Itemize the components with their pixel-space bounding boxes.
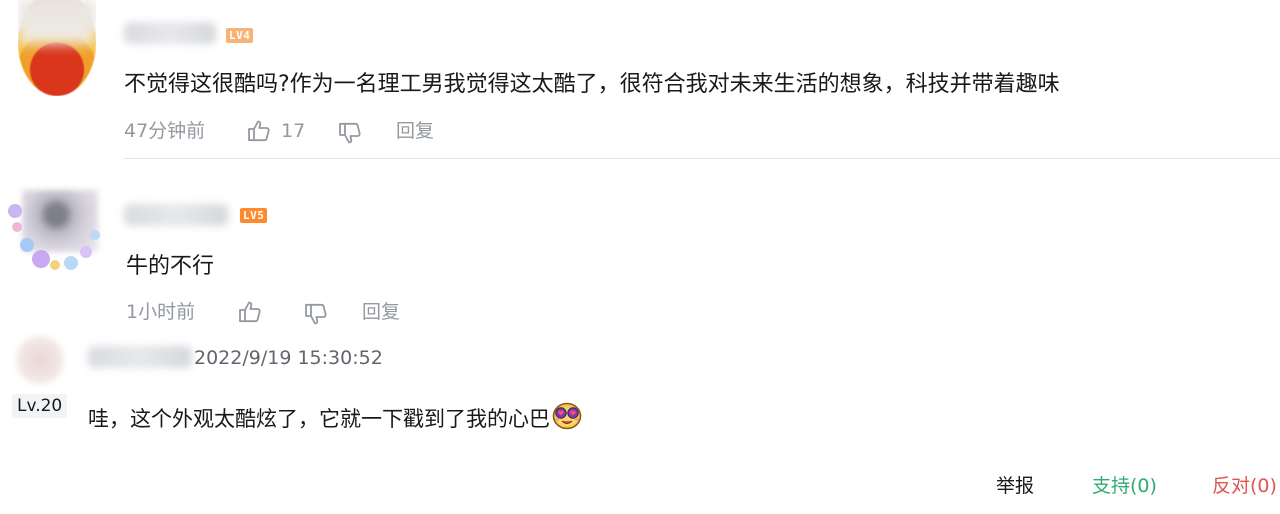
report-button[interactable]: 举报	[996, 474, 1034, 498]
thumb-down-icon[interactable]	[303, 301, 329, 327]
divider	[124, 158, 1280, 159]
username-1[interactable]	[124, 22, 216, 44]
oppose-button[interactable]: 反对(0)	[1212, 474, 1277, 498]
username-2[interactable]	[124, 204, 228, 226]
user-avatar-2[interactable]	[4, 186, 104, 286]
comment-text-1: 不觉得这很酷吗?作为一名理工男我觉得这太酷了，很符合我对未来生活的想象，科技并带…	[124, 72, 1060, 97]
comment-text-2: 牛的不行	[126, 254, 215, 279]
reply-button-1[interactable]: 回复	[396, 119, 434, 143]
user-avatar-3[interactable]	[16, 336, 64, 384]
level-badge-1: LV4	[226, 28, 254, 43]
comment-date-3: 2022/9/19 15:30:52	[194, 347, 383, 369]
like-count-1: 17	[281, 120, 306, 142]
username-3[interactable]	[88, 346, 192, 368]
thumb-down-icon[interactable]	[337, 120, 363, 146]
level-badge-2: LV5	[240, 208, 268, 223]
support-button[interactable]: 支持(0)	[1092, 474, 1157, 498]
thumb-up-icon[interactable]	[237, 299, 263, 325]
user-avatar-1[interactable]	[18, 0, 96, 96]
emoji-heart-eyes-icon	[552, 402, 582, 430]
level-badge-3: Lv.20	[12, 394, 68, 418]
comment-time-2: 1小时前	[126, 301, 196, 323]
comment-text-3-wrapper: 哇，这个外观太酷炫了，它就一下戳到了我的心巴	[88, 402, 582, 434]
reply-button-2[interactable]: 回复	[362, 300, 400, 324]
comment-time-1: 47分钟前	[124, 120, 206, 142]
comment-text-3: 哇，这个外观太酷炫了，它就一下戳到了我的心巴	[88, 407, 550, 431]
thumb-up-icon[interactable]	[246, 118, 272, 144]
